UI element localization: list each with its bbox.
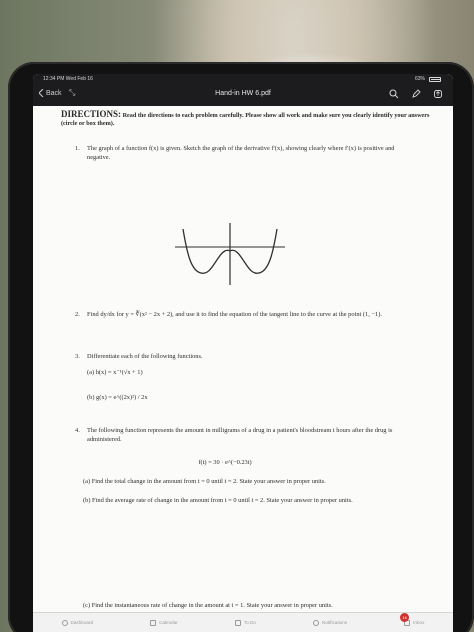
- problem-4c: (c) Find the instantaneous rate of chang…: [83, 602, 333, 609]
- dashboard-icon: [61, 619, 68, 626]
- status-bar: 12:34 PM Wed Feb 16 63%: [33, 74, 453, 84]
- tab-inbox[interactable]: Inbox 16: [400, 612, 425, 626]
- tab-todo[interactable]: To Do: [234, 619, 256, 626]
- problem-3-number: 3.: [75, 353, 80, 360]
- calendar-icon: [150, 619, 157, 626]
- pdf-nav-bar: Back ⤡ Hand-in HW 6.pdf: [33, 84, 453, 106]
- tab-notifications[interactable]: Notifications: [313, 619, 348, 626]
- problem-3a: (a) h(x) = x⁻¹(√x + 1): [87, 369, 143, 376]
- tab-todo-label: To Do: [243, 620, 256, 625]
- share-icon[interactable]: [433, 89, 443, 99]
- tab-calendar[interactable]: Calendar: [150, 619, 178, 626]
- status-battery: 63%: [415, 74, 441, 84]
- problem-4a: (a) Find the total change in the amount …: [83, 478, 326, 485]
- function-graph: [175, 223, 285, 285]
- status-time: 12:34 PM Wed Feb 16: [43, 76, 93, 82]
- problem-4-text: The following function represents the am…: [87, 427, 393, 443]
- problem-3-text: Differentiate each of the following func…: [87, 353, 203, 360]
- directions-heading: DIRECTIONS:: [61, 109, 122, 119]
- tab-notifications-label: Notifications: [322, 620, 348, 625]
- problem-2-number: 2.: [75, 311, 80, 318]
- problem-4-formula: f(t) = 30 · e^(−0.23t): [198, 459, 252, 466]
- tab-dashboard-label: Dashboard: [70, 620, 94, 625]
- problem-4b: (b) Find the average rate of change in t…: [83, 497, 353, 504]
- bell-icon: [313, 619, 320, 626]
- problem-1-text: The graph of a function f(x) is given. S…: [87, 145, 395, 161]
- search-icon[interactable]: [389, 89, 399, 99]
- battery-icon: [429, 76, 441, 82]
- tablet-screen: 12:34 PM Wed Feb 16 63% Back ⤡ Hand-in H…: [33, 74, 453, 632]
- tab-inbox-label: Inbox: [413, 620, 425, 625]
- todo-icon: [234, 619, 241, 626]
- tab-dashboard[interactable]: Dashboard: [61, 619, 94, 626]
- problem-3b: (b) g(x) = e^((2x)²) / 2x: [87, 394, 148, 401]
- tab-calendar-label: Calendar: [159, 620, 178, 625]
- problem-4-number: 4.: [75, 427, 80, 434]
- problem-1-number: 1.: [75, 145, 80, 152]
- pen-icon[interactable]: [411, 89, 421, 99]
- bottom-tab-bar: Dashboard Calendar To Do Notifications I…: [33, 612, 453, 632]
- directions-block: DIRECTIONS: Read the directions to each …: [61, 110, 433, 128]
- battery-percent: 63%: [414, 76, 425, 82]
- nav-actions: [389, 89, 443, 99]
- inbox-badge: 16: [400, 612, 410, 622]
- problem-2-text: Find dy/dx for y = ∛(x² − 2x + 2), and u…: [87, 311, 382, 318]
- pdf-page[interactable]: DIRECTIONS: Read the directions to each …: [33, 106, 453, 612]
